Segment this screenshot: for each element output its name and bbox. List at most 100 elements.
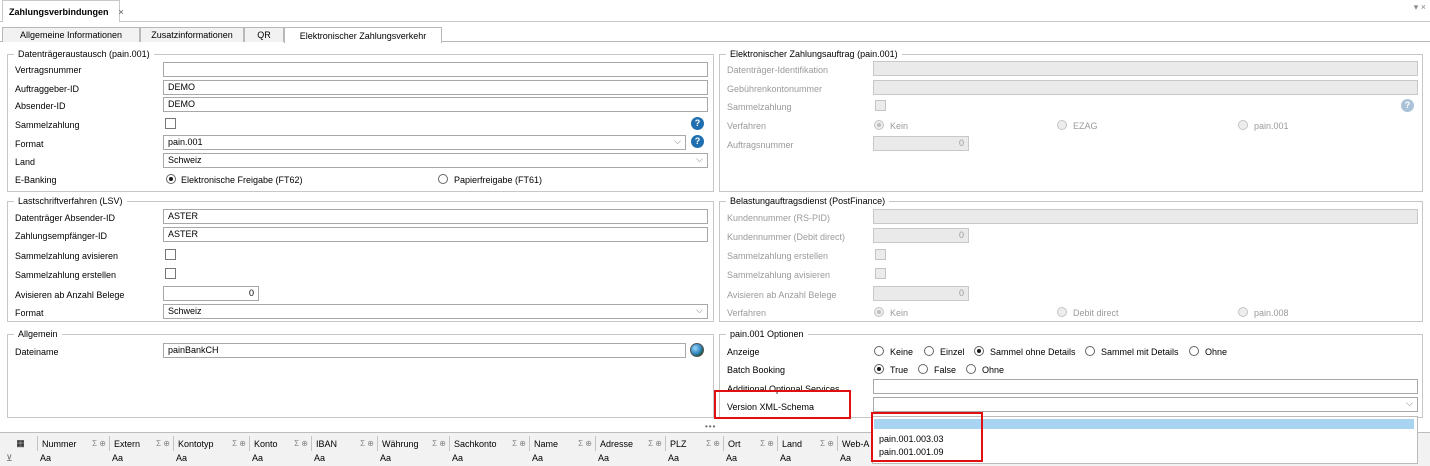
zahlungsempfaenger-id-input[interactable]: ASTER — [163, 227, 708, 242]
anzeige-radio-einzel[interactable] — [924, 346, 934, 356]
filter-cell-kontotyp[interactable]: Aa — [176, 453, 187, 466]
grid-header-land[interactable]: Land Σ ⊕ — [778, 436, 838, 451]
anzeige-radio-sammel-mit-details[interactable] — [1085, 346, 1095, 356]
sammelzahlung-erstellen-checkbox[interactable] — [165, 268, 176, 279]
sammelzahlung-label: Sammelzahlung — [15, 120, 80, 130]
ezv-sammelzahlung-label: Sammelzahlung — [727, 102, 792, 112]
bad-verfahren-option-label: pain.008 — [1254, 308, 1289, 318]
grid-header-adresse[interactable]: Adresse Σ ⊕ — [596, 436, 666, 451]
splitter-handle[interactable]: ••• — [705, 422, 716, 431]
help-icon[interactable]: ? — [691, 117, 704, 130]
auftraggeber-id-input[interactable]: DEMO — [163, 80, 708, 95]
anzeige-radio-keine[interactable] — [874, 346, 884, 356]
batch-option-label: False — [934, 365, 957, 375]
land-select[interactable]: Schweiz — [163, 153, 708, 168]
grid-header-extern[interactable]: Extern Σ ⊕ — [110, 436, 174, 451]
tab-zusatzinformationen[interactable]: Zusatzinformationen — [140, 27, 244, 42]
filter-cell-konto[interactable]: Aa — [252, 453, 263, 466]
tab-allgemeine-informationen[interactable]: Allgemeine Informationen — [2, 27, 140, 42]
vertragsnummer-input[interactable] — [163, 62, 708, 77]
ezv-sammelzahlung-checkbox[interactable] — [875, 100, 886, 111]
kundennummer-rspid-input[interactable] — [873, 209, 1418, 224]
grid-header-konto[interactable]: Konto Σ ⊕ — [250, 436, 312, 451]
group-title: Lastschriftverfahren (LSV) — [14, 196, 127, 206]
column-chooser-icon[interactable]: ▦ — [4, 436, 38, 451]
grid-header-name[interactable]: Name Σ ⊕ — [530, 436, 596, 451]
filter-cell-extern[interactable]: Aa — [112, 453, 123, 466]
grid-header-web[interactable]: Web-A — [838, 436, 872, 451]
filter-cell-land[interactable]: Aa — [780, 453, 791, 466]
filter-cell-name[interactable]: Aa — [532, 453, 543, 466]
grid-header-kontotyp[interactable]: Kontotyp Σ ⊕ — [174, 436, 250, 451]
grid-header-plz[interactable]: PLZ Σ ⊕ — [666, 436, 724, 451]
dateiname-input[interactable]: painBankCH — [163, 343, 686, 358]
highlight-box — [714, 390, 851, 419]
grid-header-iban[interactable]: IBAN Σ ⊕ — [312, 436, 378, 451]
anzeige-option-label: Keine — [890, 347, 914, 357]
bad-avisieren-ab-anzahl-label: Avisieren ab Anzahl Belege — [727, 290, 837, 300]
ezv-verfahren-radio-ezag[interactable] — [1057, 120, 1067, 130]
help-icon[interactable]: ? — [1401, 99, 1414, 112]
filter-cell-sachkonto[interactable]: Aa — [452, 453, 463, 466]
bad-verfahren-radio-kein[interactable] — [874, 307, 884, 317]
grid-header-nummer[interactable]: Nummer Σ ⊕ — [38, 436, 110, 451]
document-tab-title: Zahlungsverbindungen — [9, 6, 109, 17]
gebuehrenkontonummer-input[interactable] — [873, 80, 1418, 95]
e-banking-radio-ft62[interactable] — [166, 174, 176, 184]
filter-cell-web[interactable]: Aa — [840, 453, 851, 466]
highlight-box — [871, 412, 983, 462]
filter-cell-plz[interactable]: Aa — [668, 453, 679, 466]
ezv-verfahren-radio-kein[interactable] — [874, 120, 884, 130]
filter-cell-nummer[interactable]: Aa — [40, 453, 51, 466]
version-xml-schema-select[interactable] — [873, 397, 1418, 412]
lsv-format-select[interactable]: Schweiz — [163, 304, 708, 319]
document-tab-zahlungsverbindungen[interactable]: Zahlungsverbindungen × — [2, 0, 124, 22]
auftraggeber-id-label: Auftraggeber-ID — [15, 84, 80, 94]
bad-verfahren-radio-debit-direct[interactable] — [1057, 307, 1067, 317]
group-title: Allgemein — [14, 329, 62, 339]
window-controls[interactable]: ▾ × — [1414, 2, 1426, 13]
tab-elektronischer-zahlungsverkehr[interactable]: Elektronischer Zahlungsverkehr — [284, 27, 442, 43]
auftragsnummer-input[interactable]: 0 — [873, 136, 969, 151]
kundennummer-debit-direct-input[interactable]: 0 — [873, 228, 969, 243]
tab-qr[interactable]: QR — [244, 27, 284, 42]
bad-sammelzahlung-erstellen-checkbox[interactable] — [875, 249, 886, 260]
datentraeger-identifikation-input[interactable] — [873, 61, 1418, 76]
sammelzahlung-checkbox[interactable] — [165, 118, 176, 129]
e-banking-option-label: Elektronische Freigabe (FT62) — [181, 175, 303, 185]
sammelzahlung-erstellen-label: Sammelzahlung erstellen — [15, 270, 117, 280]
ezv-verfahren-option-label: Kein — [890, 121, 909, 131]
e-banking-option-label: Papierfreigabe (FT61) — [454, 175, 543, 185]
absender-id-input[interactable]: DEMO — [163, 97, 708, 112]
grid-header-sachkonto[interactable]: Sachkonto Σ ⊕ — [450, 436, 530, 451]
grid-header-ort[interactable]: Ort Σ ⊕ — [724, 436, 778, 451]
batch-radio-false[interactable] — [918, 364, 928, 374]
additional-services-input[interactable] — [873, 379, 1418, 394]
bad-avisieren-ab-anzahl-input[interactable]: 0 — [873, 286, 969, 301]
close-icon[interactable]: × — [119, 7, 124, 17]
help-icon[interactable]: ? — [691, 135, 704, 148]
sammelzahlung-avisieren-checkbox[interactable] — [165, 249, 176, 260]
format-select[interactable]: pain.001 — [163, 135, 686, 150]
datentraeger-absender-id-input[interactable]: ASTER — [163, 209, 708, 224]
ezv-verfahren-radio-pain001[interactable] — [1238, 120, 1248, 130]
grid-header-waehrung[interactable]: Währung Σ ⊕ — [378, 436, 450, 451]
anzeige-radio-sammel-ohne-details[interactable] — [974, 346, 984, 356]
anzeige-radio-ohne[interactable] — [1189, 346, 1199, 356]
batch-radio-true[interactable] — [874, 364, 884, 374]
filter-cell-waehrung[interactable]: Aa — [380, 453, 391, 466]
filter-cell-adresse[interactable]: Aa — [598, 453, 609, 466]
avisieren-ab-anzahl-input[interactable]: 0 — [163, 286, 259, 301]
filter-cell-iban[interactable]: Aa — [314, 453, 325, 466]
bad-sammelzahlung-avisieren-checkbox[interactable] — [875, 268, 886, 279]
group-title: Datenträgeraustausch (pain.001) — [14, 49, 154, 59]
group-title: pain.001 Optionen — [726, 329, 808, 339]
bad-verfahren-radio-pain008[interactable] — [1238, 307, 1248, 317]
e-banking-radio-ft61[interactable] — [438, 174, 448, 184]
filter-icon[interactable]: ⊻ — [6, 453, 13, 466]
filter-cell-ort[interactable]: Aa — [726, 453, 737, 466]
auftragsnummer-label: Auftragsnummer — [727, 140, 794, 150]
bad-verfahren-label: Verfahren — [727, 308, 767, 318]
batch-radio-ohne[interactable] — [966, 364, 976, 374]
globe-icon[interactable] — [690, 343, 704, 357]
